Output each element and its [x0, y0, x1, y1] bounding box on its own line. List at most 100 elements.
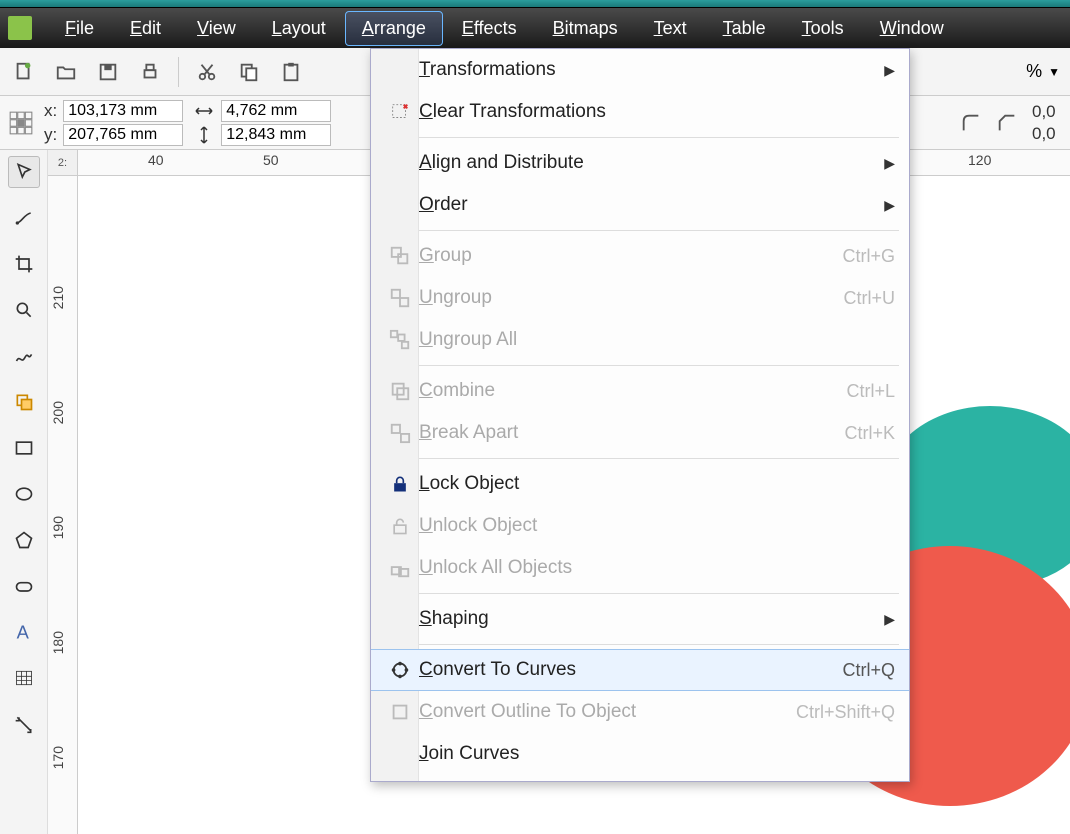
to-curves-icon — [381, 659, 419, 681]
ruler-tick: 170 — [50, 746, 66, 769]
menu-item-align-and-distribute[interactable]: Align and Distribute▶ — [371, 142, 909, 184]
dimension-tool[interactable] — [8, 708, 40, 740]
pick-tool[interactable] — [8, 156, 40, 188]
menu-text[interactable]: Text — [637, 11, 704, 46]
menu-item-label: Convert To Curves — [419, 659, 842, 681]
freehand-tool[interactable] — [8, 340, 40, 372]
open-icon[interactable] — [52, 58, 80, 86]
menu-separator — [419, 230, 899, 231]
menu-view[interactable]: View — [180, 11, 253, 46]
menu-arrange[interactable]: Arrange — [345, 11, 443, 46]
menu-item-unlock-object: Unlock Object — [371, 505, 909, 547]
polygon-tool[interactable] — [8, 524, 40, 556]
arrange-menu-dropdown: Transformations▶Clear TransformationsAli… — [370, 48, 910, 782]
width-field[interactable] — [221, 100, 331, 122]
unlock-all-icon — [381, 557, 419, 579]
menu-item-convert-outline-to-object: Convert Outline To ObjectCtrl+Shift+Q — [371, 691, 909, 733]
menu-item-ungroup-all: Ungroup All — [371, 319, 909, 361]
copy-icon[interactable] — [235, 58, 263, 86]
y-position-field[interactable] — [63, 124, 183, 146]
x-label: x: — [44, 101, 57, 121]
table-tool[interactable] — [8, 662, 40, 694]
width-icon — [193, 100, 215, 122]
ungroup-icon — [381, 287, 419, 309]
print-icon[interactable] — [136, 58, 164, 86]
text-tool[interactable]: A — [8, 616, 40, 648]
menu-item-label: Align and Distribute — [419, 152, 884, 174]
menu-item-label: Clear Transformations — [419, 101, 895, 123]
height-field[interactable] — [221, 124, 331, 146]
menu-item-label: Group — [419, 245, 842, 267]
menu-separator — [419, 593, 899, 594]
group-icon — [381, 245, 419, 267]
menu-file[interactable]: File — [48, 11, 111, 46]
lock-icon — [381, 474, 419, 494]
clear-transform-icon — [381, 101, 419, 123]
corner-value-1[interactable]: 0,0 — [1032, 102, 1062, 122]
ruler-tick: 200 — [50, 401, 66, 424]
height-icon — [193, 124, 215, 146]
smart-fill-tool[interactable] — [8, 386, 40, 418]
object-origin-icon[interactable] — [8, 110, 34, 136]
menu-tools[interactable]: Tools — [785, 11, 861, 46]
basic-shapes-tool[interactable] — [8, 570, 40, 602]
unlock-icon — [381, 516, 419, 536]
menu-item-unlock-all-objects: Unlock All Objects — [371, 547, 909, 589]
vertical-ruler[interactable]: 210200190180170 — [48, 176, 78, 834]
separator — [178, 57, 179, 87]
save-icon[interactable] — [94, 58, 122, 86]
menu-item-shaping[interactable]: Shaping▶ — [371, 598, 909, 640]
chamfer-icon[interactable] — [996, 112, 1018, 134]
corner-value-2[interactable]: 0,0 — [1032, 124, 1062, 144]
ruler-tick: 50 — [263, 152, 279, 168]
menu-layout[interactable]: Layout — [255, 11, 343, 46]
ruler-origin[interactable]: 2: — [48, 150, 78, 176]
submenu-arrow-icon: ▶ — [884, 62, 895, 79]
ruler-tick: 40 — [148, 152, 164, 168]
menu-item-order[interactable]: Order▶ — [371, 184, 909, 226]
ellipse-tool[interactable] — [8, 478, 40, 510]
ruler-tick: 120 — [968, 152, 991, 168]
menu-item-label: Shaping — [419, 608, 884, 630]
ruler-tick: 180 — [50, 631, 66, 654]
menu-item-join-curves[interactable]: Join Curves — [371, 733, 909, 775]
menu-item-label: Order — [419, 194, 884, 216]
menu-item-label: Join Curves — [419, 743, 895, 765]
new-icon[interactable] — [10, 58, 38, 86]
submenu-arrow-icon: ▶ — [884, 611, 895, 628]
menu-window[interactable]: Window — [863, 11, 961, 46]
zoom-dropdown[interactable]: % ▼ — [1026, 61, 1060, 82]
menu-edit[interactable]: Edit — [113, 11, 178, 46]
menu-item-group: GroupCtrl+G — [371, 235, 909, 277]
menu-item-transformations[interactable]: Transformations▶ — [371, 49, 909, 91]
zoom-tool[interactable] — [8, 294, 40, 326]
zoom-value: % — [1026, 61, 1042, 82]
menu-separator — [419, 644, 899, 645]
menu-item-convert-to-curves[interactable]: Convert To CurvesCtrl+Q — [371, 649, 909, 691]
corner-radius-icon[interactable] — [960, 112, 982, 134]
paste-icon[interactable] — [277, 58, 305, 86]
menu-item-label: Combine — [419, 380, 846, 402]
crop-tool[interactable] — [8, 248, 40, 280]
menu-item-lock-object[interactable]: Lock Object — [371, 463, 909, 505]
menu-bitmaps[interactable]: Bitmaps — [536, 11, 635, 46]
menu-item-label: Lock Object — [419, 473, 895, 495]
menu-item-ungroup: UngroupCtrl+U — [371, 277, 909, 319]
combine-icon — [381, 380, 419, 402]
menu-effects[interactable]: Effects — [445, 11, 534, 46]
menu-shortcut: Ctrl+U — [843, 288, 895, 309]
svg-text:A: A — [16, 621, 29, 642]
menu-table[interactable]: Table — [706, 11, 783, 46]
shape-tool[interactable] — [8, 202, 40, 234]
x-position-field[interactable] — [63, 100, 183, 122]
menu-shortcut: Ctrl+L — [846, 381, 895, 402]
cut-icon[interactable] — [193, 58, 221, 86]
menu-item-label: Transformations — [419, 59, 884, 81]
toolbox: A — [0, 150, 48, 834]
menu-shortcut: Ctrl+G — [842, 246, 895, 267]
rectangle-tool[interactable] — [8, 432, 40, 464]
outline-obj-icon — [381, 701, 419, 723]
menu-item-clear-transformations[interactable]: Clear Transformations — [371, 91, 909, 133]
menu-separator — [419, 365, 899, 366]
break-icon — [381, 422, 419, 444]
